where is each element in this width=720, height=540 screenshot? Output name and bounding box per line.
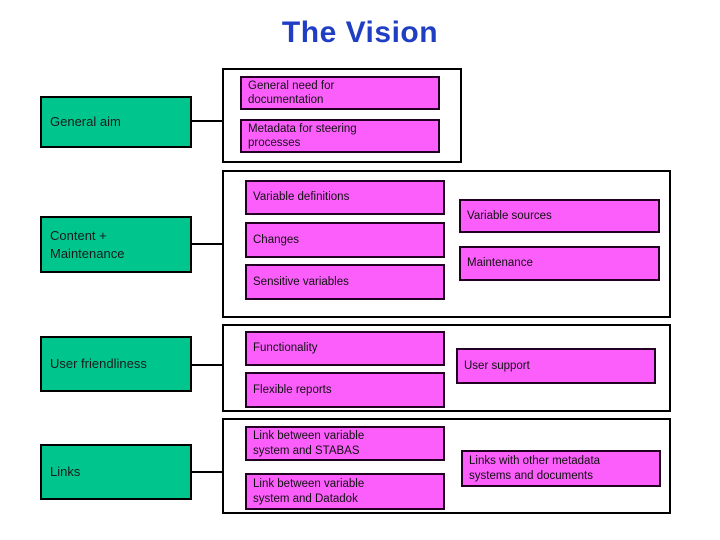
item-box-variable-definitions[interactable]: Variable definitions <box>245 180 445 215</box>
page-title: The Vision <box>281 16 439 49</box>
slide-canvas: The Vision General aim General need for … <box>0 0 720 540</box>
item-box-sensitive-variables[interactable]: Sensitive variables <box>245 264 445 300</box>
item-box-changes[interactable]: Changes <box>245 222 445 258</box>
item-box-link-variable-system-datadok[interactable]: Link between variable system and Datadok <box>245 473 445 510</box>
item-box-metadata-for-steering-processes[interactable]: Metadata for steering processes <box>240 119 440 153</box>
item-label: Changes <box>253 233 300 246</box>
connector-row-1-horizontal <box>192 120 222 122</box>
item-box-general-need-for-documentation[interactable]: General need for documentation <box>240 76 440 110</box>
item-label: Flexible reports <box>253 383 332 396</box>
category-label: Links <box>50 464 81 480</box>
item-label: General need for documentation <box>248 79 335 106</box>
item-label: Sensitive variables <box>253 275 349 288</box>
item-box-links-other-metadata-systems[interactable]: Links with other metadata systems and do… <box>461 450 661 487</box>
item-box-user-support[interactable]: User support <box>456 348 656 384</box>
item-label: Link between variable system and Datadok <box>253 478 365 505</box>
item-box-flexible-reports[interactable]: Flexible reports <box>245 372 445 408</box>
item-label: Metadata for steering processes <box>248 122 357 149</box>
item-label: Maintenance <box>467 257 533 270</box>
item-label: Links with other metadata systems and do… <box>469 455 601 482</box>
category-box-content-maintenance[interactable]: Content + Maintenance <box>40 216 192 273</box>
item-label: Variable sources <box>467 209 552 222</box>
item-box-link-variable-system-stabas[interactable]: Link between variable system and STABAS <box>245 426 445 461</box>
category-label: Content + Maintenance <box>50 227 125 261</box>
category-box-user-friendliness[interactable]: User friendliness <box>40 336 192 392</box>
connector-row-4-horizontal <box>192 471 222 473</box>
item-label: Variable definitions <box>253 191 350 204</box>
item-label: Link between variable system and STABAS <box>253 430 365 457</box>
item-box-functionality[interactable]: Functionality <box>245 331 445 366</box>
connector-row-3-horizontal <box>192 364 222 366</box>
connector-row-2-horizontal <box>192 243 222 245</box>
category-label: User friendliness <box>50 356 147 372</box>
item-box-variable-sources[interactable]: Variable sources <box>459 199 660 233</box>
category-box-links[interactable]: Links <box>40 444 192 500</box>
item-label: User support <box>464 359 530 372</box>
category-label: General aim <box>50 114 121 130</box>
item-label: Functionality <box>253 342 318 355</box>
item-box-maintenance[interactable]: Maintenance <box>459 246 660 281</box>
category-box-general-aim[interactable]: General aim <box>40 96 192 148</box>
